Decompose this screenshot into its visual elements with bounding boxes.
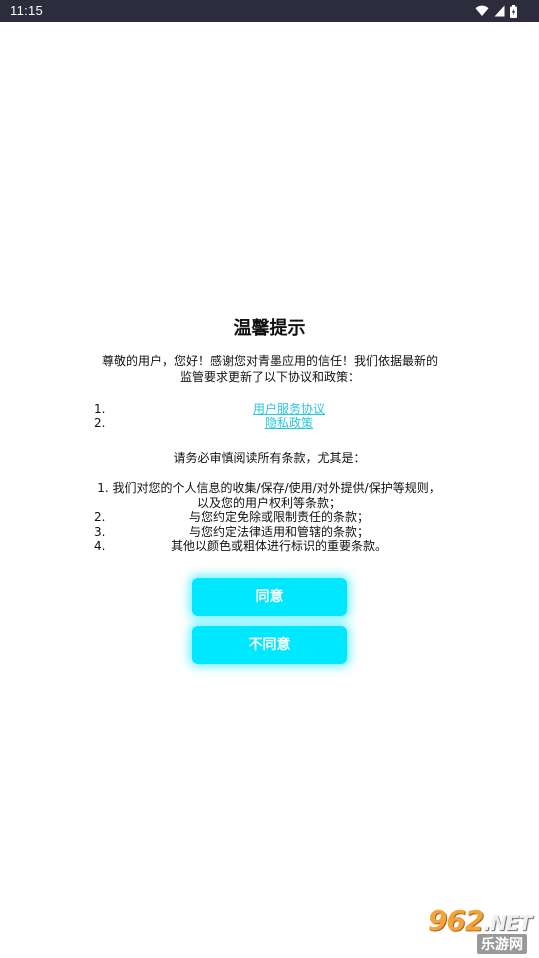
term-item: 1. 我们对您的个人信息的收集/保存/使用/对外提供/保护等规则，以及您的用户权… bbox=[94, 481, 444, 510]
term-text: 与您约定法律适用和管辖的条款； bbox=[188, 524, 369, 539]
term-number: 2. bbox=[94, 510, 106, 524]
watermark-logo-suffix: .NET bbox=[483, 911, 532, 935]
cellular-signal-icon bbox=[494, 5, 505, 17]
term-text: 其他以颜色或粗体进行标识的重要条款。 bbox=[170, 539, 387, 553]
term-item: 4. 其他以颜色或粗体进行标识的重要条款。 bbox=[94, 539, 444, 554]
term-item: 3. 与您约定法律适用和管辖的条款； bbox=[94, 525, 444, 540]
terms-list: 1. 我们对您的个人信息的收集/保存/使用/对外提供/保护等规则，以及您的用户权… bbox=[94, 481, 444, 554]
term-number: 4. bbox=[94, 539, 106, 553]
user-service-agreement-link[interactable]: 用户服务协议 bbox=[134, 402, 474, 416]
policy-number: 1. bbox=[94, 402, 106, 416]
privacy-policy-link[interactable]: 隐私政策 bbox=[134, 416, 474, 430]
policy-list: 1. 用户服务协议 2. 隐私政策 bbox=[94, 402, 474, 430]
watermark-logo: 962.NET bbox=[427, 904, 532, 937]
status-bar: 11:15 bbox=[0, 0, 539, 22]
term-item: 2. 与您约定免除或限制责任的条款； bbox=[94, 510, 444, 525]
status-icons bbox=[475, 4, 517, 18]
policy-item: 2. 隐私政策 bbox=[94, 416, 474, 430]
battery-charging-icon bbox=[510, 4, 517, 18]
watermark-subtitle: 乐游网 bbox=[477, 934, 527, 954]
term-number: 3. bbox=[94, 524, 106, 539]
watermark-logo-number: 962 bbox=[427, 904, 484, 937]
watermark: 962.NET 乐游网 bbox=[401, 904, 532, 954]
term-text: 我们对您的个人信息的收集/保存/使用/对外提供/保护等规则，以及您的用户权利等条… bbox=[112, 481, 441, 510]
status-time: 11:15 bbox=[10, 3, 44, 18]
notice-lead-text: 请务必审慎阅读所有条款，尤其是： bbox=[173, 451, 366, 465]
agree-button[interactable]: 同意 bbox=[192, 578, 347, 616]
policy-item: 1. 用户服务协议 bbox=[94, 402, 474, 416]
term-text: 与您约定免除或限制责任的条款； bbox=[188, 510, 369, 524]
dialog-title: 温馨提示 bbox=[233, 318, 306, 339]
intro-text: 尊敬的用户，您好！感谢您对青墨应用的信任！我们依据最新的监管要求更新了以下协议和… bbox=[101, 354, 438, 384]
disagree-button[interactable]: 不同意 bbox=[192, 626, 347, 664]
wifi-icon bbox=[475, 5, 489, 16]
term-number: 1. bbox=[97, 481, 109, 495]
policy-number: 2. bbox=[94, 416, 106, 430]
